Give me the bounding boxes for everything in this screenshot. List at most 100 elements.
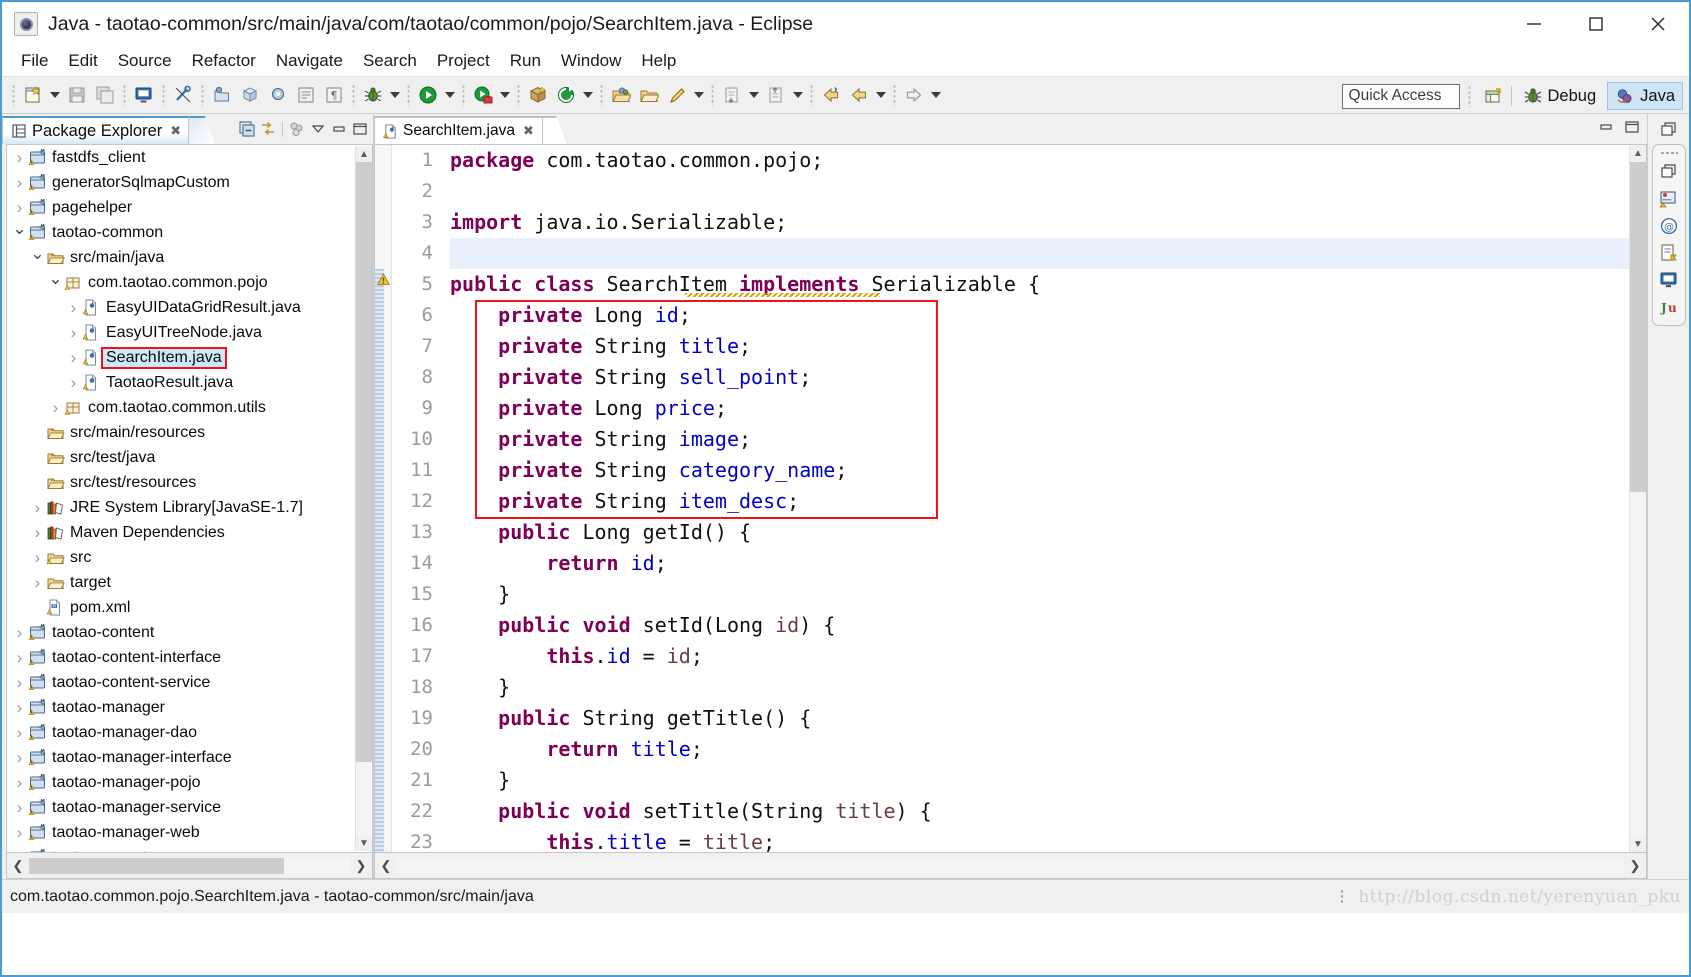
tree-item[interactable]: EasyUIDataGridResult.java [7, 295, 372, 320]
tree-item[interactable]: Mtaotao-manager-service [7, 795, 372, 820]
code-line[interactable]: public Long getId() { [450, 517, 1629, 548]
chevron-right-icon[interactable] [11, 145, 28, 170]
editor-vertical-scrollbar[interactable]: ▲ ▼ [1629, 145, 1646, 852]
editor-tab-close-icon[interactable]: ✖ [520, 123, 537, 139]
maximize-icon[interactable] [1623, 118, 1641, 136]
code-line[interactable]: } [450, 672, 1629, 703]
perspective-debug[interactable]: Debug [1516, 83, 1604, 109]
new-maven-icon[interactable] [525, 82, 551, 108]
tree-item[interactable]: Mtaotao-manager-pojo [7, 770, 372, 795]
chevron-right-icon[interactable] [65, 320, 82, 345]
menu-file[interactable]: File [12, 49, 57, 73]
run-icon[interactable] [415, 82, 441, 108]
chevron-right-icon[interactable] [65, 370, 82, 395]
forward-nav-dropdown-arrow[interactable] [928, 82, 944, 108]
forward-nav-icon[interactable] [901, 82, 927, 108]
forward-history-dropdown-arrow[interactable] [873, 82, 889, 108]
next-annotation-dropdown-arrow[interactable] [790, 82, 806, 108]
menu-search[interactable]: Search [354, 49, 426, 73]
chevron-right-icon[interactable] [65, 345, 82, 370]
run-server-icon[interactable] [470, 82, 496, 108]
tree-item[interactable]: target [7, 570, 372, 595]
code-text[interactable]: package com.taotao.common.pojo; import ja… [438, 145, 1629, 852]
refresh-maven-dropdown-arrow[interactable] [580, 82, 596, 108]
tree-item[interactable]: Mfastdfs_client [7, 145, 372, 170]
warning-marker-icon[interactable] [377, 273, 390, 286]
forward-history-icon[interactable] [846, 82, 872, 108]
tree-item[interactable]: Mtaotao-manager-dao [7, 720, 372, 745]
restore-view-icon[interactable] [1659, 120, 1679, 140]
code-line[interactable]: private String category_name; [450, 455, 1629, 486]
new-java-project-icon[interactable] [209, 82, 235, 108]
minimize-icon[interactable] [1597, 118, 1615, 136]
chevron-right-icon[interactable] [11, 620, 28, 645]
view-menu-icon[interactable] [309, 120, 327, 138]
menu-run[interactable]: Run [501, 49, 550, 73]
refresh-maven-icon[interactable] [553, 82, 579, 108]
code-line[interactable]: private String image; [450, 424, 1629, 455]
chevron-right-icon[interactable] [11, 645, 28, 670]
tree-item[interactable]: Mtaotao-content [7, 620, 372, 645]
tree-item[interactable]: src [7, 545, 372, 570]
code-line[interactable]: private String item_desc; [450, 486, 1629, 517]
chevron-right-icon[interactable] [29, 495, 46, 520]
chevron-right-icon[interactable] [29, 570, 46, 595]
tree-item[interactable]: Mtaotao-manager [7, 695, 372, 720]
focus-on-active-task-icon[interactable] [288, 120, 306, 138]
editor-scroll-up-arrow[interactable]: ▲ [1630, 145, 1646, 161]
tree-item[interactable]: Mtaotao-parent [7, 845, 372, 852]
servers-view-icon[interactable] [1658, 189, 1679, 209]
tree-item[interactable]: Mtaotao-common [7, 220, 372, 245]
chevron-right-icon[interactable] [11, 745, 28, 770]
next-annotation-icon[interactable] [763, 82, 789, 108]
chevron-right-icon[interactable] [11, 195, 28, 220]
editor-marker-bar[interactable] [375, 145, 392, 852]
previous-annotation-icon[interactable] [719, 82, 745, 108]
code-line[interactable]: this.title = title; [450, 827, 1629, 852]
quick-access-input[interactable]: Quick Access [1341, 83, 1460, 109]
search-pencil-dropdown-arrow[interactable] [691, 82, 707, 108]
tree-item[interactable]: src/main/java [7, 245, 372, 270]
package-explorer-close-icon[interactable]: ✖ [167, 123, 184, 139]
run-server-dropdown-arrow[interactable] [497, 82, 513, 108]
chevron-right-icon[interactable] [11, 720, 28, 745]
code-line[interactable]: private Long id; [450, 300, 1629, 331]
close-button[interactable] [1627, 2, 1689, 46]
chevron-right-icon[interactable] [11, 795, 28, 820]
open-folder-icon[interactable] [608, 82, 634, 108]
print-icon[interactable] [131, 82, 157, 108]
restore-view-icon[interactable] [1659, 162, 1679, 182]
minimize-button[interactable] [1503, 2, 1565, 46]
code-line[interactable]: } [450, 765, 1629, 796]
code-line[interactable]: return title; [450, 734, 1629, 765]
menu-edit[interactable]: Edit [59, 49, 106, 73]
status-resize-grip[interactable] [1340, 888, 1345, 905]
chevron-right-icon[interactable] [11, 845, 28, 852]
perspective-java[interactable]: Java [1607, 82, 1683, 110]
open-resource-icon[interactable] [636, 82, 662, 108]
debug-icon[interactable] [360, 82, 386, 108]
outline-view-icon[interactable] [1659, 243, 1679, 263]
toggle-ref-icon[interactable] [170, 82, 196, 108]
maximize-icon[interactable] [351, 120, 369, 138]
chevron-right-icon[interactable] [11, 770, 28, 795]
collapse-all-icon[interactable] [238, 120, 256, 138]
debug-dropdown-arrow[interactable] [387, 82, 403, 108]
menu-navigate[interactable]: Navigate [267, 49, 352, 73]
tree-item[interactable]: com.taotao.common.pojo [7, 270, 372, 295]
scroll-up-arrow[interactable]: ▲ [356, 146, 372, 162]
code-line[interactable] [450, 238, 1629, 269]
editor-hscroll-track[interactable] [397, 857, 1624, 874]
run-dropdown-arrow[interactable] [442, 82, 458, 108]
editor-horizontal-scrollbar[interactable]: ❮ ❯ [374, 853, 1647, 879]
open-perspective-icon[interactable] [1480, 83, 1506, 109]
code-line[interactable] [450, 176, 1629, 207]
scroll-right-arrow[interactable]: ❯ [350, 854, 372, 878]
menu-project[interactable]: Project [428, 49, 499, 73]
tree-item[interactable]: src/main/resources [7, 420, 372, 445]
chevron-right-icon[interactable] [29, 545, 46, 570]
tree-item[interactable]: EasyUITreeNode.java [7, 320, 372, 345]
code-editor[interactable]: 1 2 3 4 5 6 7 8 9 10 11 12 13 14 15 16 17 18 19 20 21 22 23 pa… [374, 144, 1647, 853]
chevron-right-icon[interactable] [11, 170, 28, 195]
chevron-down-icon[interactable] [47, 270, 64, 295]
